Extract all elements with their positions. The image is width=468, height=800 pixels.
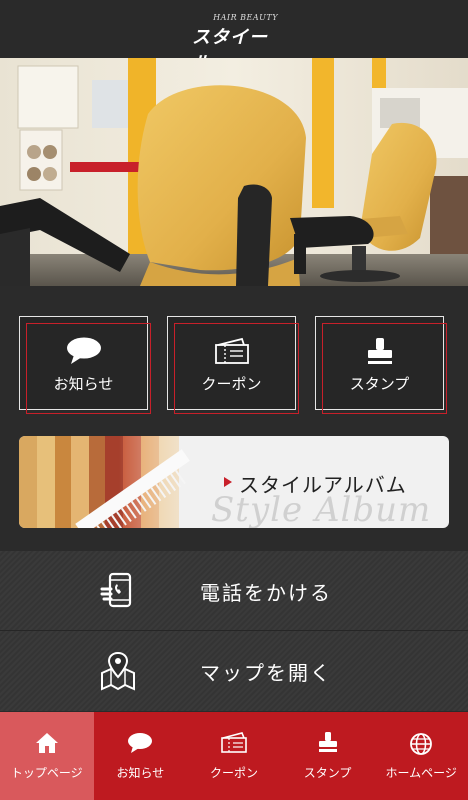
news-button[interactable]: お知らせ bbox=[19, 316, 151, 414]
nav-top-page[interactable]: トップページ bbox=[0, 712, 94, 800]
map-pin-icon bbox=[98, 651, 138, 691]
style-album-banner[interactable]: Style Album スタイルアルバム bbox=[19, 436, 449, 528]
map-button[interactable]: マップを開く bbox=[0, 631, 468, 711]
nav-news-label: お知らせ bbox=[116, 766, 165, 780]
salon-logo: HAIR BEAUTY スタイール bbox=[186, 9, 282, 74]
logo-subtitle: HAIR BEAUTY bbox=[213, 13, 278, 22]
nav-coupon-label: クーポン bbox=[209, 766, 258, 780]
coupon-button-label: クーポン bbox=[201, 375, 262, 393]
home-icon bbox=[0, 732, 94, 754]
style-album-label: スタイルアルバム bbox=[239, 473, 407, 497]
feature-grid: お知らせ クーポン スタンプ bbox=[0, 316, 468, 414]
app-screen: HAIR BEAUTY スタイール bbox=[0, 0, 468, 800]
arrow-right-icon bbox=[224, 477, 232, 487]
nav-news[interactable]: お知らせ bbox=[94, 712, 188, 800]
globe-icon bbox=[374, 732, 468, 756]
call-label: 電話をかける bbox=[200, 581, 332, 605]
ticket-icon bbox=[187, 732, 281, 754]
stamp-icon bbox=[281, 732, 375, 754]
nav-coupon[interactable]: クーポン bbox=[187, 712, 281, 800]
stamp-button[interactable]: スタンプ bbox=[315, 316, 447, 414]
bottom-nav: トップページ お知らせ クーポン スタンプ ホームページ bbox=[0, 712, 468, 800]
ticket-icon bbox=[168, 337, 295, 365]
hero-salon-image bbox=[0, 58, 468, 286]
map-label: マップを開く bbox=[200, 661, 332, 685]
news-button-label: お知らせ bbox=[53, 375, 114, 393]
phone-icon bbox=[98, 571, 138, 611]
speech-bubble-icon bbox=[94, 732, 188, 754]
nav-homepage-label: ホームページ bbox=[385, 766, 457, 780]
stamp-icon bbox=[316, 337, 443, 367]
nav-stamp-label: スタンプ bbox=[303, 766, 352, 780]
nav-homepage[interactable]: ホームページ bbox=[374, 712, 468, 800]
app-header: HAIR BEAUTY スタイール bbox=[0, 0, 468, 74]
nav-top-page-label: トップページ bbox=[10, 766, 83, 780]
nav-stamp[interactable]: スタンプ bbox=[281, 712, 375, 800]
speech-bubble-icon bbox=[20, 337, 147, 365]
call-button[interactable]: 電話をかける bbox=[0, 551, 468, 631]
coupon-button[interactable]: クーポン bbox=[167, 316, 299, 414]
stamp-button-label: スタンプ bbox=[349, 375, 410, 393]
